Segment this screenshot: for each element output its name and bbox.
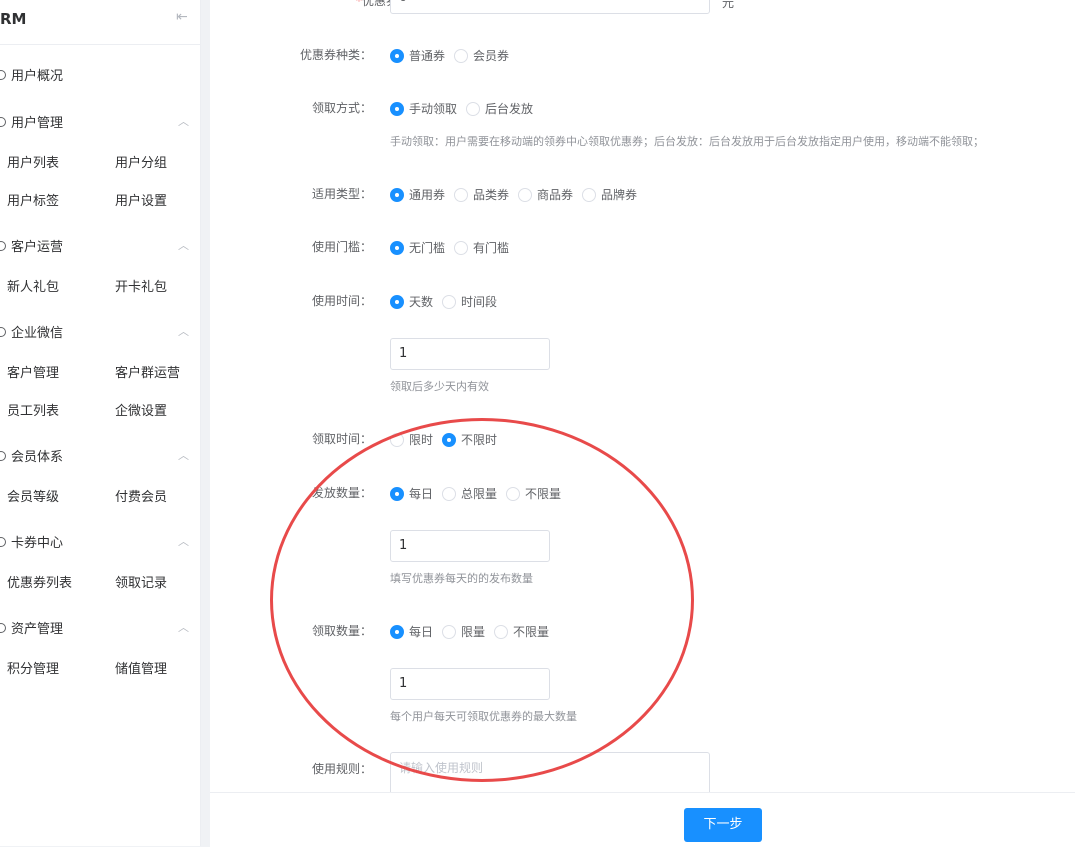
sidebar-item-member-level[interactable]: 会员等级 <box>7 486 59 505</box>
threshold-label: 使用门槛： <box>311 240 372 254</box>
sidebar-section-coupon-center[interactable]: 卡券中心 <box>0 532 63 551</box>
sidebar-item-user-tag[interactable]: 用户标签 <box>7 190 59 209</box>
apply-type-radio-product[interactable]: 商品券 <box>518 186 573 203</box>
claim-qty-radio-limited[interactable]: 限量 <box>442 623 485 640</box>
next-step-button[interactable]: 下一步 <box>684 808 762 842</box>
sidebar-section-customer-ops[interactable]: 客户运营 <box>0 236 63 255</box>
claim-method-radio-backend[interactable]: 后台发放 <box>466 100 533 117</box>
sidebar-section-user-management[interactable]: 用户管理 <box>0 112 63 131</box>
sidebar-item-user-list[interactable]: 用户列表 <box>7 152 59 171</box>
sidebar-item-paid-member[interactable]: 付费会员 <box>115 486 167 505</box>
apply-type-radio-general[interactable]: 通用券 <box>390 186 445 203</box>
chevron-up-icon[interactable]: ︿ <box>178 447 189 463</box>
apply-type-radio-category[interactable]: 品类券 <box>454 186 509 203</box>
sidebar-section-label: 卡券中心 <box>11 536 64 551</box>
user-icon <box>0 116 6 127</box>
sidebar-section-label: 会员体系 <box>11 450 64 465</box>
sidebar-section-label: 企业微信 <box>11 326 64 341</box>
sidebar-item-staff-list[interactable]: 员工列表 <box>7 400 59 419</box>
claim-qty-label: 领取数量： <box>311 624 372 638</box>
claim-time-radio-limited[interactable]: 限时 <box>390 431 433 448</box>
sidebar-item-group-ops[interactable]: 客户群运营 <box>115 362 180 381</box>
sidebar-item-coupon-list[interactable]: 优惠券列表 <box>7 572 72 591</box>
claim-time-label: 领取时间： <box>311 432 372 446</box>
sidebar-item-points[interactable]: 积分管理 <box>7 658 59 677</box>
main-form-panel: *优惠券面值： 0 元 优惠券种类： 普通券 会员券 领取方式： 手动领取 后台… <box>210 0 1075 812</box>
claim-method-label: 领取方式： <box>311 101 372 115</box>
sidebar-section-assets[interactable]: 资产管理 <box>0 618 63 637</box>
face-value-unit: 元 <box>722 0 735 10</box>
use-time-label: 使用时间： <box>311 294 372 308</box>
coupon-icon <box>0 536 6 547</box>
app-brand: RM <box>0 10 27 28</box>
coupon-kind-label: 优惠券种类： <box>299 48 372 62</box>
sidebar-section-label: 客户运营 <box>11 240 64 255</box>
issue-qty-radio-unlimited[interactable]: 不限量 <box>506 485 561 502</box>
chevron-up-icon[interactable]: ︿ <box>178 237 189 253</box>
sidebar-item-wecom-settings[interactable]: 企微设置 <box>115 400 167 419</box>
sidebar-item-user-group[interactable]: 用户分组 <box>115 152 167 171</box>
sidebar-item-claim-records[interactable]: 领取记录 <box>115 572 167 591</box>
sidebar-item-stored-value[interactable]: 储值管理 <box>115 658 167 677</box>
use-time-hint: 领取后多少天内有效 <box>390 380 489 393</box>
coupon-kind-radio-member[interactable]: 会员券 <box>454 47 509 64</box>
claim-qty-radio-daily[interactable]: 每日 <box>390 623 433 640</box>
claim-time-radio-unlimited[interactable]: 不限时 <box>442 431 497 448</box>
collapse-left-icon[interactable]: ⇤ <box>176 9 188 25</box>
issue-qty-label: 发放数量： <box>311 486 372 500</box>
coupon-kind-radio-normal[interactable]: 普通券 <box>390 47 445 64</box>
sidebar-section-membership[interactable]: 会员体系 <box>0 446 63 465</box>
sidebar-item-label: 用户概况 <box>11 69 64 84</box>
issue-qty-input[interactable]: 1 <box>390 530 550 562</box>
customer-ops-icon <box>0 240 6 251</box>
chevron-up-icon[interactable]: ︿ <box>178 113 189 129</box>
sidebar-item-overview[interactable]: 用户概况 <box>0 65 63 84</box>
chevron-up-icon[interactable]: ︿ <box>178 323 189 339</box>
chevron-up-icon[interactable]: ︿ <box>178 619 189 635</box>
sidebar-item-user-settings[interactable]: 用户设置 <box>115 190 167 209</box>
threshold-radio-none[interactable]: 无门槛 <box>390 239 445 256</box>
issue-qty-radio-daily[interactable]: 每日 <box>390 485 433 502</box>
claim-method-hint: 手动领取：用户需要在移动端的领券中心领取优惠券；后台发放：后台发放用于后台发放指… <box>390 135 984 148</box>
sidebar: RM ⇤ 用户概况 用户管理 ︿ 用户列表 用户分组 用户标签 用户设置 客户运… <box>0 0 201 846</box>
sidebar-section-label: 资产管理 <box>11 622 64 637</box>
sidebar-item-card-gift[interactable]: 开卡礼包 <box>115 276 167 295</box>
footer-bar: 下一步 <box>210 792 1075 847</box>
claim-qty-radio-unlimited[interactable]: 不限量 <box>494 623 549 640</box>
claim-qty-hint: 每个用户每天可领取优惠券的最大数量 <box>390 710 577 723</box>
rules-label: 使用规则： <box>311 762 372 776</box>
overview-icon <box>0 69 6 80</box>
issue-qty-radio-total[interactable]: 总限量 <box>442 485 497 502</box>
use-time-days-input[interactable]: 1 <box>390 338 550 370</box>
chevron-up-icon[interactable]: ︿ <box>178 533 189 549</box>
use-time-radio-period[interactable]: 时间段 <box>442 293 497 310</box>
use-time-radio-days[interactable]: 天数 <box>390 293 433 310</box>
issue-qty-hint: 填写优惠券每天的的发布数量 <box>390 572 533 585</box>
wecom-icon <box>0 326 6 337</box>
claim-qty-input[interactable]: 1 <box>390 668 550 700</box>
sidebar-section-wecom[interactable]: 企业微信 <box>0 322 63 341</box>
sidebar-section-label: 用户管理 <box>11 116 64 131</box>
face-value-input[interactable]: 0 <box>390 0 710 14</box>
claim-method-radio-manual[interactable]: 手动领取 <box>390 100 457 117</box>
membership-icon <box>0 450 6 461</box>
assets-icon <box>0 622 6 633</box>
threshold-radio-has[interactable]: 有门槛 <box>454 239 509 256</box>
sidebar-item-customer-management[interactable]: 客户管理 <box>7 362 59 381</box>
apply-type-label: 适用类型： <box>311 187 372 201</box>
sidebar-item-newcomer-gift[interactable]: 新人礼包 <box>7 276 59 295</box>
sidebar-divider <box>0 44 200 45</box>
apply-type-radio-brand[interactable]: 品牌券 <box>582 186 637 203</box>
